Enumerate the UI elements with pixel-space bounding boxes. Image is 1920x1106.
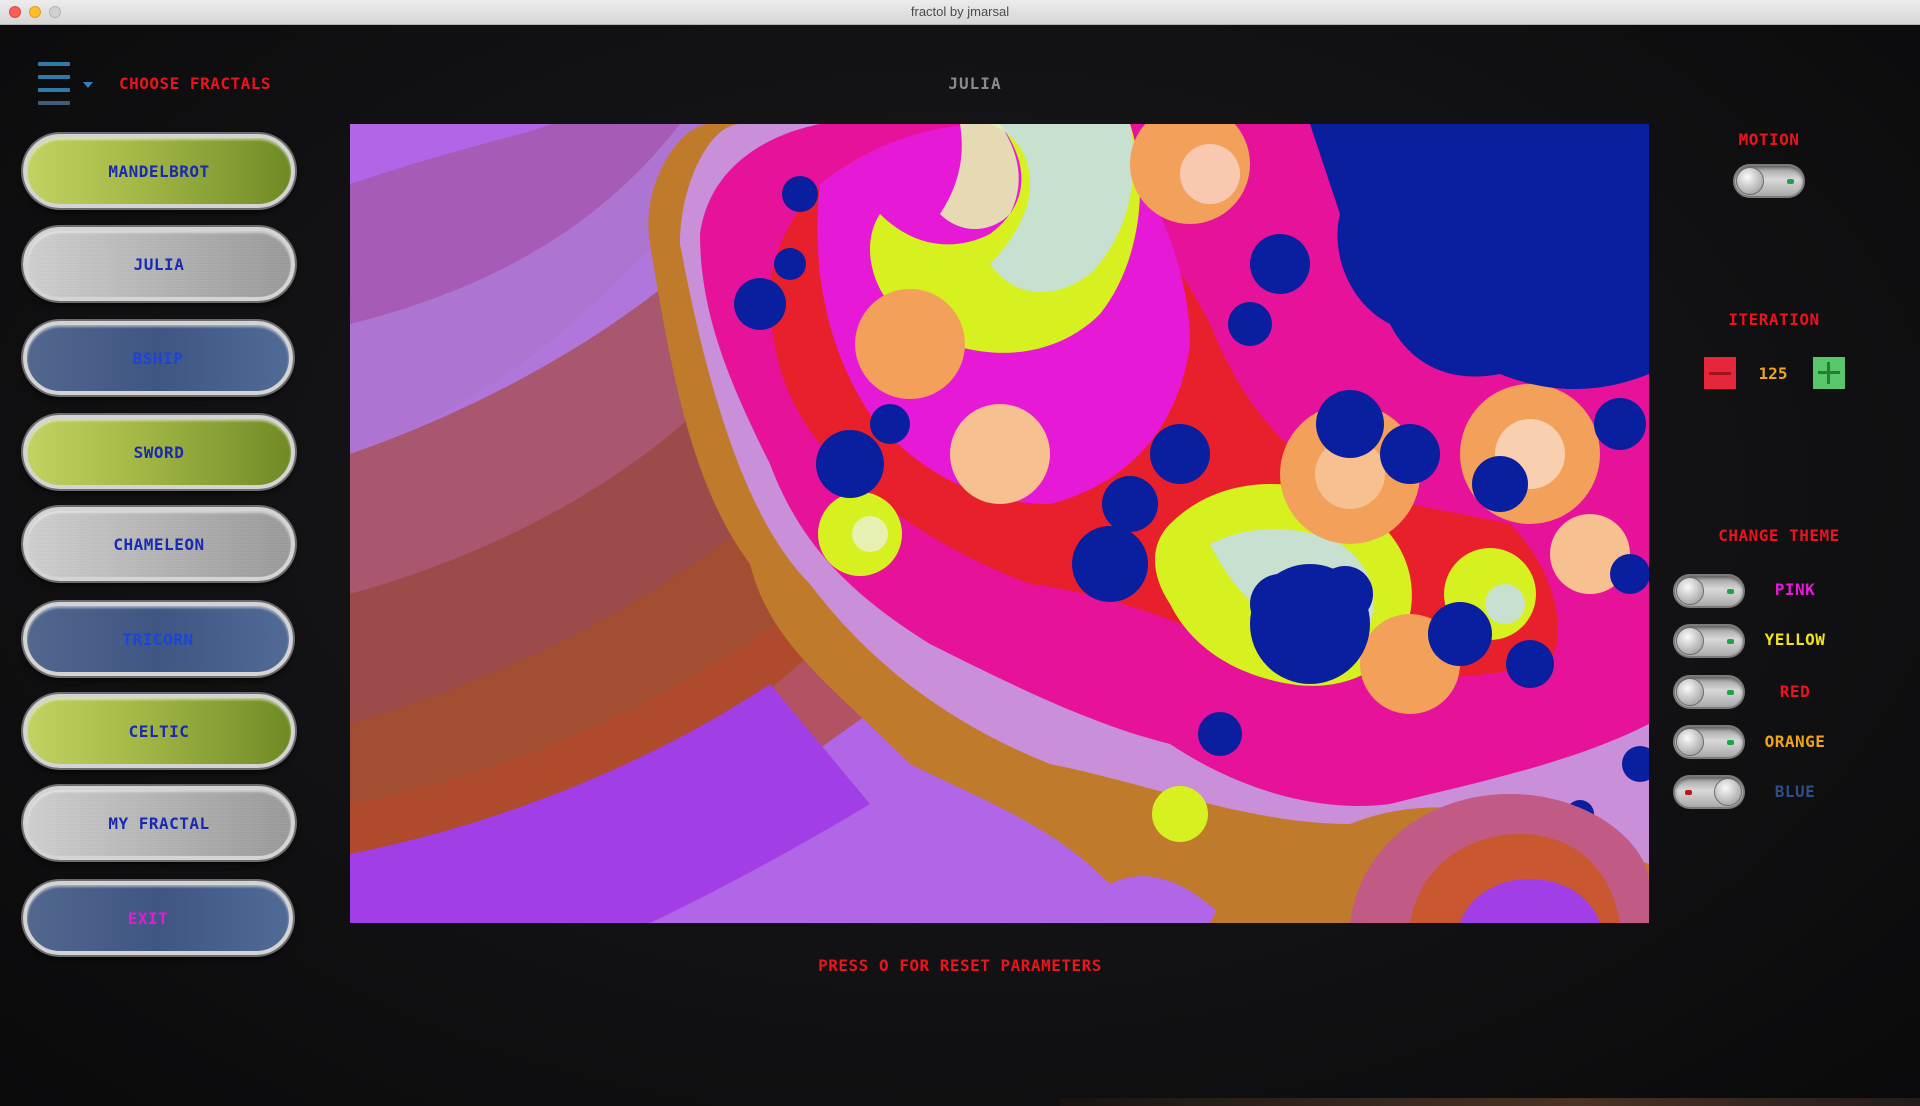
mandelbrot-button[interactable]: MANDELBROT (23, 134, 295, 208)
theme-label-red: RED (1779, 682, 1811, 701)
fractal-canvas[interactable] (350, 124, 1649, 923)
button-label: SWORD (133, 442, 185, 462)
iteration-value: 125 (1758, 364, 1788, 383)
toggle-knob (1676, 728, 1704, 756)
toggle-knob (1676, 627, 1704, 655)
toggle-led (1727, 639, 1734, 644)
button-label: EXIT (127, 908, 169, 928)
change-theme-label: CHANGE THEME (1718, 526, 1840, 545)
theme-label-pink: PINK (1774, 580, 1816, 599)
button-label: TRICORN (122, 629, 194, 649)
theme-toggle-pink[interactable] (1673, 574, 1745, 608)
toggle-led (1685, 790, 1692, 795)
toggle-knob (1676, 678, 1704, 706)
theme-label-yellow: YELLOW (1764, 630, 1826, 649)
iteration-decrease-button[interactable] (1704, 357, 1736, 389)
theme-label-blue: BLUE (1774, 782, 1816, 801)
tricorn-button[interactable]: TRICORN (23, 602, 293, 676)
toggle-knob (1714, 778, 1742, 806)
my-fractal-button[interactable]: MY FRACTAL (23, 786, 295, 860)
button-label: MY FRACTAL (108, 813, 210, 833)
title-bar: fractol by jmarsal (0, 0, 1920, 25)
button-label: CELTIC (128, 721, 190, 741)
button-label: MANDELBROT (108, 161, 210, 181)
toggle-led (1727, 740, 1734, 745)
button-label: CHAMELEON (113, 534, 205, 554)
reset-hint-text: PRESS O FOR RESET PARAMETERS (818, 956, 1102, 975)
motion-label: MOTION (1738, 130, 1800, 149)
julia-button[interactable]: JULIA (23, 227, 295, 301)
toggle-knob (1676, 577, 1704, 605)
toggle-led (1787, 179, 1794, 184)
bottom-edge-strip (1060, 1098, 1920, 1106)
plus-icon (1818, 362, 1840, 384)
button-label: JULIA (133, 254, 185, 274)
bship-button[interactable]: BSHIP (23, 321, 293, 395)
button-label: BSHIP (132, 348, 184, 368)
app-window: fractol by jmarsal CHOOSE FRACTALS JULIA… (0, 0, 1920, 1106)
chameleon-button[interactable]: CHAMELEON (23, 507, 295, 581)
iteration-increase-button[interactable] (1813, 357, 1845, 389)
toggle-knob (1736, 167, 1764, 195)
iteration-label: ITERATION (1728, 310, 1820, 329)
toggle-led (1727, 589, 1734, 594)
theme-toggle-yellow[interactable] (1673, 624, 1745, 658)
theme-label-orange: ORANGE (1764, 732, 1826, 751)
theme-toggle-orange[interactable] (1673, 725, 1745, 759)
sword-button[interactable]: SWORD (23, 415, 295, 489)
minus-icon (1709, 371, 1731, 375)
window-title: fractol by jmarsal (910, 4, 1010, 19)
theme-toggle-red[interactable] (1673, 675, 1745, 709)
julia-fractal-image (350, 124, 1649, 923)
toggle-led (1727, 690, 1734, 695)
exit-button[interactable]: EXIT (23, 881, 293, 955)
theme-toggle-blue[interactable] (1673, 775, 1745, 809)
celtic-button[interactable]: CELTIC (23, 694, 295, 768)
motion-toggle[interactable] (1733, 164, 1805, 198)
current-fractal-title: JULIA (948, 74, 1002, 93)
